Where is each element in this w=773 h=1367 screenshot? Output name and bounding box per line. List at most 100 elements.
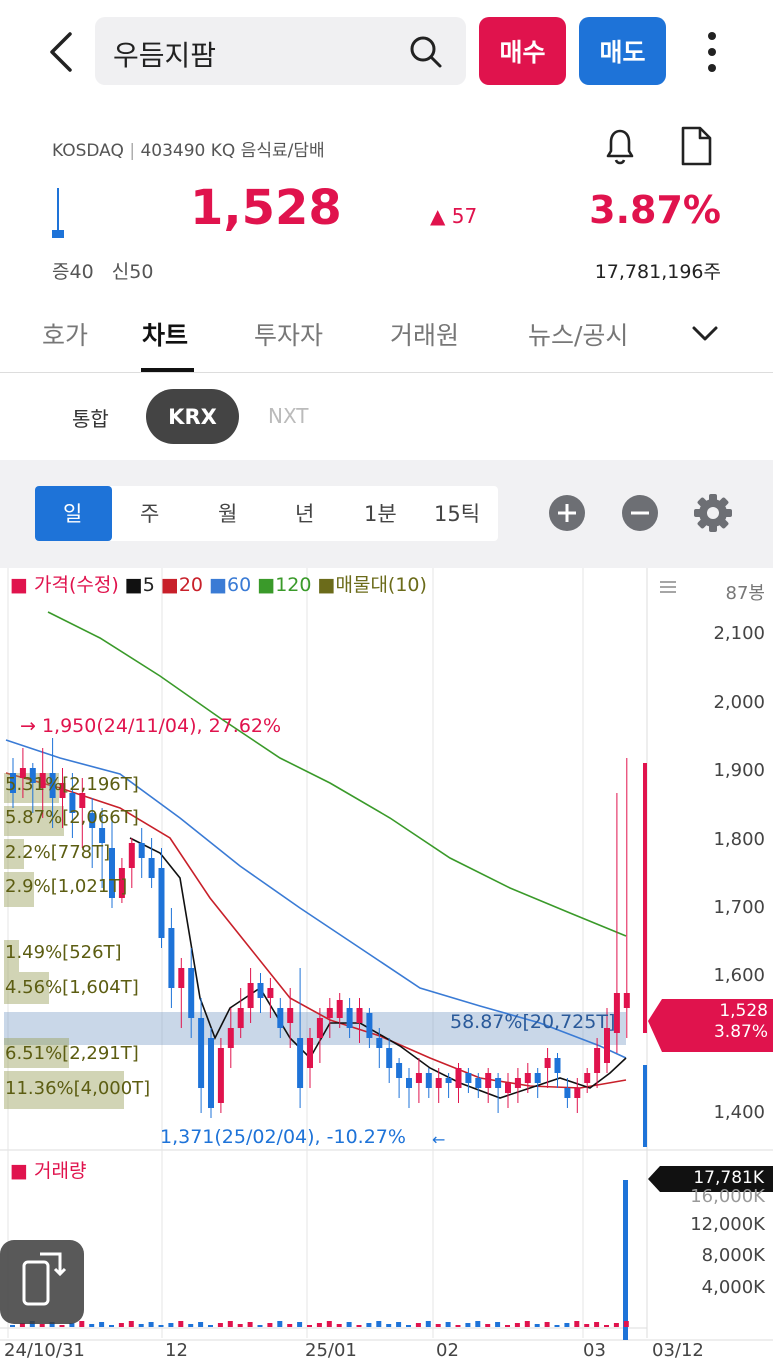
volume-bar <box>198 1322 204 1327</box>
legend-ma60: 60 <box>227 574 252 596</box>
candle-body <box>356 1008 363 1023</box>
candle-body <box>386 1048 393 1068</box>
tab-chart[interactable]: 차트 <box>142 316 188 352</box>
volume-bar <box>297 1322 303 1327</box>
vol-ytick-4000: 4,000K <box>701 1277 765 1298</box>
period-1min[interactable]: 1분 <box>364 498 397 528</box>
back-icon[interactable] <box>44 30 78 74</box>
volume-bar <box>217 1323 223 1327</box>
candle-body <box>574 1088 581 1098</box>
volume-tag-text: 17,781K <box>693 1168 764 1188</box>
volume-bar <box>584 1324 590 1327</box>
candle-body <box>396 1063 403 1078</box>
volume-bar <box>554 1325 560 1327</box>
buy-button[interactable]: 매수 <box>479 17 566 85</box>
volume-bar <box>277 1321 283 1327</box>
volume-bar-last <box>623 1180 628 1340</box>
volume-legend-marker: ■ <box>10 1160 28 1182</box>
profile-label-1: 5.31%[2,196T] <box>5 774 139 795</box>
high-annotation: → 1,950(24/11/04), 27.62% <box>20 715 281 737</box>
current-price: 1,528 <box>190 180 342 236</box>
candle-body <box>128 843 135 868</box>
tab-broker[interactable]: 거래원 <box>390 316 459 352</box>
document-icon[interactable] <box>676 124 716 168</box>
candle-body <box>237 1008 244 1028</box>
profile-label-4: 2.9%[1,021T] <box>5 876 128 897</box>
volume-bar <box>208 1325 213 1327</box>
period-week[interactable]: 주 <box>140 498 159 528</box>
vol-ytick-8000: 8,000K <box>701 1245 765 1266</box>
period-15tick[interactable]: 15틱 <box>434 498 480 528</box>
candle-body <box>277 1008 284 1028</box>
search-text[interactable]: 우듬지팜 <box>113 34 216 74</box>
xtick-2: 12 <box>165 1340 188 1361</box>
xtick-5: 03 <box>583 1340 606 1361</box>
candle-body <box>188 968 195 1018</box>
candle-body <box>514 1078 521 1088</box>
sell-button[interactable]: 매도 <box>579 17 666 85</box>
volume-bar <box>445 1322 451 1327</box>
volume-bar <box>168 1323 174 1327</box>
legend-ma5: 5 <box>142 574 155 596</box>
volume-bar <box>326 1321 332 1327</box>
ytick-1700: 1,700 <box>713 897 765 918</box>
top-bar: 우듬지팜 매수 매도 <box>0 0 773 100</box>
bell-icon[interactable] <box>598 124 642 168</box>
volume-bar <box>475 1321 481 1327</box>
tab-divider <box>0 372 773 373</box>
volume-bar <box>465 1323 471 1327</box>
candle-body <box>326 1008 333 1018</box>
search-box[interactable]: 우듬지팜 <box>95 17 466 85</box>
vol-ytick-16000: 16,000K <box>690 1186 765 1207</box>
volume-bar <box>336 1324 342 1327</box>
volume-bar <box>138 1324 144 1327</box>
legend-price: 가격(수정) <box>34 574 119 596</box>
rotate-screen-button[interactable] <box>0 1240 84 1324</box>
exchange-krx[interactable]: KRX <box>146 389 239 444</box>
candle-body <box>297 1038 304 1088</box>
legend-profile: 매물대(10) <box>335 574 427 596</box>
menu-icon[interactable] <box>658 579 678 595</box>
volume-bar <box>406 1325 411 1327</box>
price-chart[interactable]: ← <box>0 568 773 1367</box>
ytick-1900: 1,900 <box>713 760 765 781</box>
profile-label-5: 1.49%[526T] <box>5 942 122 963</box>
candle-body <box>307 1038 313 1068</box>
volume-bar <box>514 1323 520 1327</box>
candle-body <box>208 1038 214 1108</box>
zoom-out-icon[interactable] <box>619 492 661 534</box>
more-icon[interactable] <box>700 30 724 74</box>
candle-body <box>485 1073 492 1088</box>
ma5-line <box>129 837 627 1099</box>
profile-label-2: 5.87%[2,066T] <box>5 807 139 828</box>
period-month[interactable]: 월 <box>218 498 237 528</box>
search-icon[interactable] <box>409 35 443 69</box>
tab-investor[interactable]: 투자자 <box>254 316 323 352</box>
volume-bar <box>505 1325 510 1327</box>
volume-bar <box>396 1322 402 1327</box>
candle-body <box>178 968 185 988</box>
period-day[interactable]: 일 <box>63 498 82 528</box>
tab-orderbook[interactable]: 호가 <box>42 316 88 352</box>
exchange-integrated[interactable]: 통합 <box>72 403 109 432</box>
exchange-nxt[interactable]: NXT <box>268 404 309 428</box>
gear-icon[interactable] <box>692 492 734 534</box>
volume-bar <box>524 1321 530 1327</box>
chevron-down-icon[interactable] <box>690 322 720 346</box>
zoom-in-icon[interactable] <box>546 492 588 534</box>
volume-bar <box>39 1324 45 1327</box>
volume-bar <box>237 1324 243 1327</box>
mini-candle-icon <box>52 188 64 238</box>
volume-bar <box>366 1323 372 1327</box>
candle-body <box>584 1073 591 1083</box>
tab-news[interactable]: 뉴스/공시 <box>528 316 628 352</box>
rotate-icon <box>22 1252 67 1306</box>
candle-body <box>505 1083 511 1093</box>
candle-body <box>168 928 175 988</box>
volume-bar <box>99 1322 105 1327</box>
candle-body <box>554 1058 561 1073</box>
candle-body <box>495 1078 502 1088</box>
volume-bar <box>435 1324 441 1327</box>
period-year[interactable]: 년 <box>295 498 314 528</box>
candle-body <box>316 1018 323 1038</box>
